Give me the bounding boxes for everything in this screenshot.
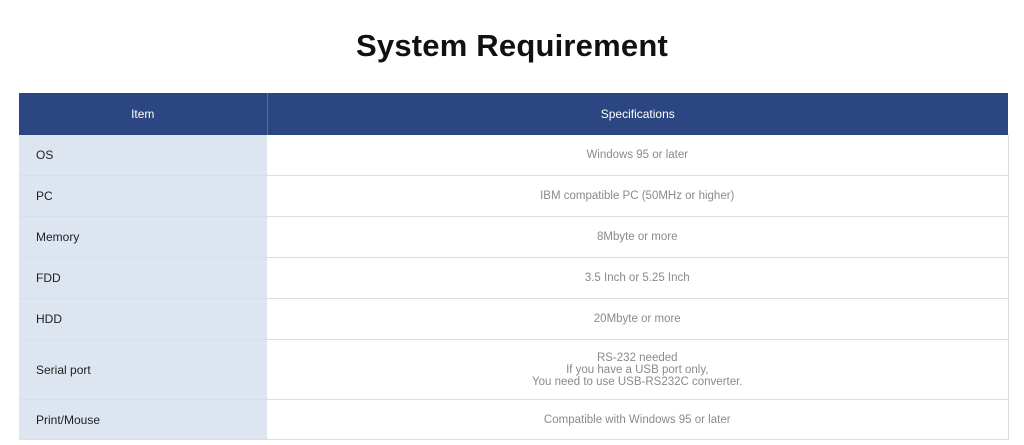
- spec-cell: 8Mbyte or more: [267, 216, 1009, 258]
- table-row: PC IBM compatible PC (50MHz or higher): [19, 175, 1009, 217]
- table-row: Serial port RS-232 needed If you have a …: [19, 339, 1009, 400]
- table-row: Memory 8Mbyte or more: [19, 216, 1009, 258]
- spec-line: You need to use USB-RS232C converter.: [531, 375, 743, 388]
- spec-line: RS-232 needed: [596, 351, 678, 364]
- spec-cell: IBM compatible PC (50MHz or higher): [267, 175, 1009, 217]
- spec-line: If you have a USB port only,: [566, 363, 709, 376]
- spec-cell: 20Mbyte or more: [267, 298, 1009, 340]
- table-header-row: Item Specifications: [19, 93, 1008, 135]
- item-cell: OS: [19, 135, 267, 176]
- spec-cell: 3.5 Inch or 5.25 Inch: [267, 257, 1009, 299]
- spec-cell: Windows 95 or later: [267, 135, 1009, 176]
- table-row: Print/Mouse Compatible with Windows 95 o…: [19, 399, 1009, 440]
- column-header-specifications: Specifications: [267, 93, 1008, 135]
- table-row: FDD 3.5 Inch or 5.25 Inch: [19, 257, 1009, 299]
- spec-line: IBM compatible PC (50MHz or higher): [540, 190, 735, 202]
- item-cell: PC: [19, 175, 267, 217]
- item-cell: FDD: [19, 257, 267, 299]
- spec-line: 3.5 Inch or 5.25 Inch: [584, 272, 690, 284]
- requirements-table: Item Specifications OS Windows 95 or lat…: [19, 93, 1009, 440]
- item-cell: Memory: [19, 216, 267, 258]
- item-cell: HDD: [19, 298, 267, 340]
- page: System Requirement Item Specifications O…: [0, 0, 1024, 445]
- spec-line: Windows 95 or later: [586, 149, 689, 161]
- item-cell: Print/Mouse: [19, 399, 267, 440]
- spec-line: 20Mbyte or more: [593, 313, 681, 325]
- spec-cell: RS-232 needed If you have a USB port onl…: [267, 339, 1009, 400]
- table-row: HDD 20Mbyte or more: [19, 298, 1009, 340]
- page-title: System Requirement: [356, 28, 668, 63]
- spec-line: 8Mbyte or more: [596, 231, 678, 243]
- column-header-item: Item: [19, 93, 268, 135]
- table-row: OS Windows 95 or later: [19, 135, 1009, 176]
- item-cell: Serial port: [19, 339, 267, 400]
- spec-cell: Compatible with Windows 95 or later: [267, 399, 1009, 440]
- spec-line: Compatible with Windows 95 or later: [543, 413, 731, 426]
